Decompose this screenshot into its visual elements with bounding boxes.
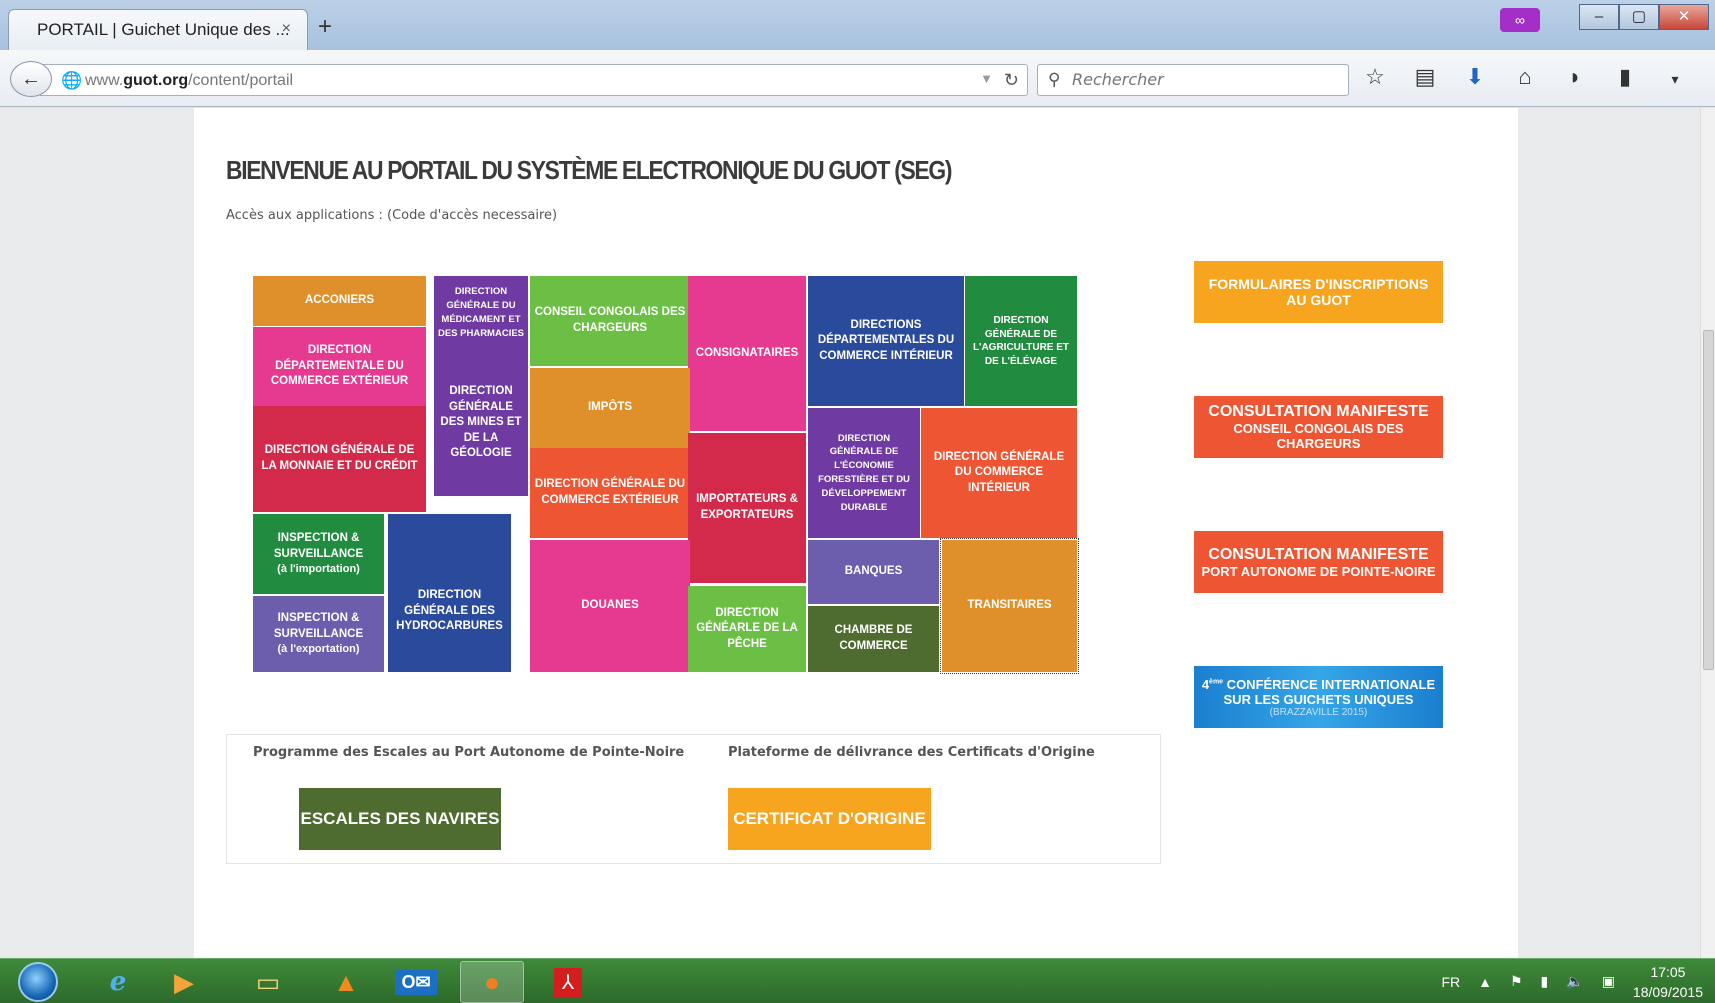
manifeste-conseil-button[interactable]: CONSULTATION MANIFESTE CONSEIL CONGOLAIS…: [1194, 396, 1443, 458]
browser-tab[interactable]: PORTAIL | Guichet Unique des ... ×: [8, 9, 308, 50]
tile-transitaires[interactable]: TRANSITAIRES: [940, 538, 1079, 674]
url-dropdown-icon[interactable]: ▼: [980, 71, 993, 86]
reload-icon[interactable]: ↻: [1004, 70, 1019, 91]
url-text: www.guot.org/content/portail: [85, 72, 294, 89]
tile-dg-economie-forestiere[interactable]: DIRECTION GÉNÉRALE DE L'ÉCONOMIE FORESTI…: [808, 408, 920, 538]
clipboard-icon[interactable]: ▮: [1610, 64, 1640, 94]
tile-dg-peche[interactable]: DIRECTION GÉNÉARLE DE LA PÊCHE: [688, 586, 806, 672]
clock-date: 18/09/2015: [1632, 983, 1703, 1000]
programme-label: Programme des Escales au Port Autonome d…: [253, 745, 685, 760]
tile-dg-agriculture[interactable]: DIRECTION GÉNÉRALE DE L'AGRICULTURE ET D…: [965, 276, 1077, 406]
tile-inspection-import[interactable]: INSPECTION & SURVEILLANCE (à l'importatio…: [253, 514, 384, 594]
minimize-button[interactable]: –: [1579, 4, 1619, 30]
browser-titlebar: PORTAIL | Guichet Unique des ... × + ∞ –…: [0, 0, 1715, 50]
menu-dropdown-icon[interactable]: ▾: [1660, 64, 1690, 94]
start-orb[interactable]: [18, 962, 58, 1002]
back-icon: ←: [21, 68, 41, 90]
internet-explorer-icon[interactable]: e: [86, 961, 150, 1003]
tile-douanes[interactable]: DOUANES: [530, 540, 690, 672]
browser-toolbar: 🌐 www.guot.org/content/portail ▼ ↻ ← ⚲ ☆…: [0, 50, 1715, 107]
clock[interactable]: 17:05 18/09/2015: [1633, 962, 1703, 1002]
plateforme-label: Plateforme de délivrance des Certificats…: [728, 745, 1095, 760]
tile-acconiers[interactable]: ACCONIERS: [253, 276, 426, 326]
outlook-icon[interactable]: O✉: [384, 961, 448, 1003]
new-tab-button[interactable]: +: [318, 13, 332, 41]
action-center-flag-icon[interactable]: ⚑: [1510, 973, 1523, 990]
language-indicator[interactable]: FR: [1441, 974, 1460, 990]
applications-panel: Programme des Escales au Port Autonome d…: [226, 734, 1161, 864]
clock-time: 17:05: [1650, 963, 1686, 980]
search-input[interactable]: [1072, 70, 1332, 89]
download-icon[interactable]: ⬇: [1460, 64, 1490, 94]
windows-taskbar: e ▶ ▭ ▲ O✉ ● ⅄ FR ▲ ⚑ ▮ 🔈 ▣ 17:05 18/09/…: [0, 958, 1715, 1003]
tile-dd-commerce-ext[interactable]: DIRECTION DÉPARTEMENTALE DU COMMERCE EXT…: [253, 327, 426, 406]
tab-title: PORTAIL | Guichet Unique des ...: [37, 20, 290, 39]
private-mask-icon: ∞: [1500, 8, 1540, 32]
tile-inspection-export[interactable]: INSPECTION & SURVEILLANCE (à l'exportatio…: [253, 596, 384, 672]
search-box[interactable]: ⚲: [1037, 64, 1349, 96]
tile-banques[interactable]: BANQUES: [808, 540, 939, 604]
network-icon[interactable]: ▣: [1602, 973, 1615, 990]
url-bar[interactable]: 🌐 www.guot.org/content/portail ▼ ↻: [40, 64, 1028, 96]
page-subtitle: Accès aux applications : (Code d'accès n…: [226, 208, 558, 223]
search-icon: ⚲: [1048, 70, 1061, 89]
vlc-icon[interactable]: ▲: [314, 961, 378, 1003]
scrollbar-thumb[interactable]: [1703, 330, 1714, 670]
system-tray: FR ▲ ⚑ ▮ 🔈 ▣ 17:05 18/09/2015: [1441, 959, 1703, 1003]
reading-list-icon[interactable]: ▤: [1410, 64, 1440, 94]
page-scrollbar[interactable]: [1700, 108, 1715, 958]
window-controls: – ▢ ✕: [1579, 0, 1715, 34]
tile-dg-medicament[interactable]: DIRECTION GÉNÉRALE DU MÉDICAMENT ET DES …: [434, 276, 528, 350]
globe-icon: 🌐: [61, 71, 83, 90]
tile-dg-hydrocarbures[interactable]: DIRECTION GÉNÉRALE DES HYDROCARBURES: [388, 514, 511, 672]
back-button[interactable]: ←: [10, 61, 52, 97]
close-window-button[interactable]: ✕: [1659, 4, 1709, 30]
tile-dg-commerce-int[interactable]: DIRECTION GÉNÉRALE DU COMMERCE INTÉRIEUR: [921, 408, 1077, 538]
tile-consignataires[interactable]: CONSIGNATAIRES: [688, 276, 806, 431]
tile-dg-monnaie[interactable]: DIRECTION GÉNÉRALE DE LA MONNAIE ET DU C…: [253, 406, 426, 512]
page-viewport: BIENVENUE AU PORTAIL DU SYSTÈME ELECTRON…: [0, 108, 1700, 958]
toolbar-icons: ☆ ▤ ⬇ ⌂ ◗ ▮ ▾ ≡: [1360, 64, 1715, 94]
firefox-icon[interactable]: ●: [460, 961, 524, 1003]
acrobat-icon[interactable]: ⅄: [536, 961, 600, 1003]
power-icon[interactable]: ▮: [1541, 973, 1549, 990]
manifeste-port-button[interactable]: CONSULTATION MANIFESTE PORT AUTONOME DE …: [1194, 531, 1443, 593]
conference-banner[interactable]: 4ème CONFÉRENCE INTERNATIONALE SUR LES G…: [1194, 666, 1443, 728]
tile-impots[interactable]: IMPÔTS: [530, 368, 690, 448]
pocket-icon[interactable]: ◗: [1560, 64, 1590, 94]
formulaires-inscription-button[interactable]: FORMULAIRES D'INSCRIPTIONS AU GUOT: [1194, 261, 1443, 323]
tile-importateurs[interactable]: IMPORTATEURS & EXPORTATEURS: [688, 433, 806, 583]
media-player-icon[interactable]: ▶: [152, 961, 216, 1003]
certificat-origine-button[interactable]: CERTIFICAT D'ORIGINE: [728, 788, 931, 850]
tile-dg-mines[interactable]: DIRECTION GÉNÉRALE DES MINES ET DE LA GÉ…: [434, 350, 528, 496]
escales-navires-button[interactable]: ESCALES DES NAVIRES: [299, 788, 501, 850]
bookmark-star-icon[interactable]: ☆: [1360, 64, 1390, 94]
page-title: BIENVENUE AU PORTAIL DU SYSTÈME ELECTRON…: [226, 155, 952, 185]
show-hidden-icons[interactable]: ▲: [1478, 974, 1492, 990]
tile-conseil-chargeurs[interactable]: CONSEIL CONGOLAIS DES CHARGEURS: [530, 276, 690, 366]
page-content: BIENVENUE AU PORTAIL DU SYSTÈME ELECTRON…: [194, 108, 1518, 958]
tile-directions-dep-commerce-int[interactable]: DIRECTIONS DÉPARTEMENTALES DU COMMERCE I…: [808, 276, 964, 406]
volume-icon[interactable]: 🔈: [1566, 973, 1583, 990]
tile-chambre-commerce[interactable]: CHAMBRE DE COMMERCE: [808, 606, 939, 672]
maximize-button[interactable]: ▢: [1619, 4, 1659, 30]
file-explorer-icon[interactable]: ▭: [236, 961, 300, 1003]
home-icon[interactable]: ⌂: [1510, 64, 1540, 94]
tile-dg-commerce-ext[interactable]: DIRECTION GÉNÉRALE DU COMMERCE EXTÉRIEUR: [530, 448, 690, 538]
tab-close-icon[interactable]: ×: [282, 20, 291, 38]
hamburger-menu-icon[interactable]: ≡: [1710, 64, 1715, 94]
